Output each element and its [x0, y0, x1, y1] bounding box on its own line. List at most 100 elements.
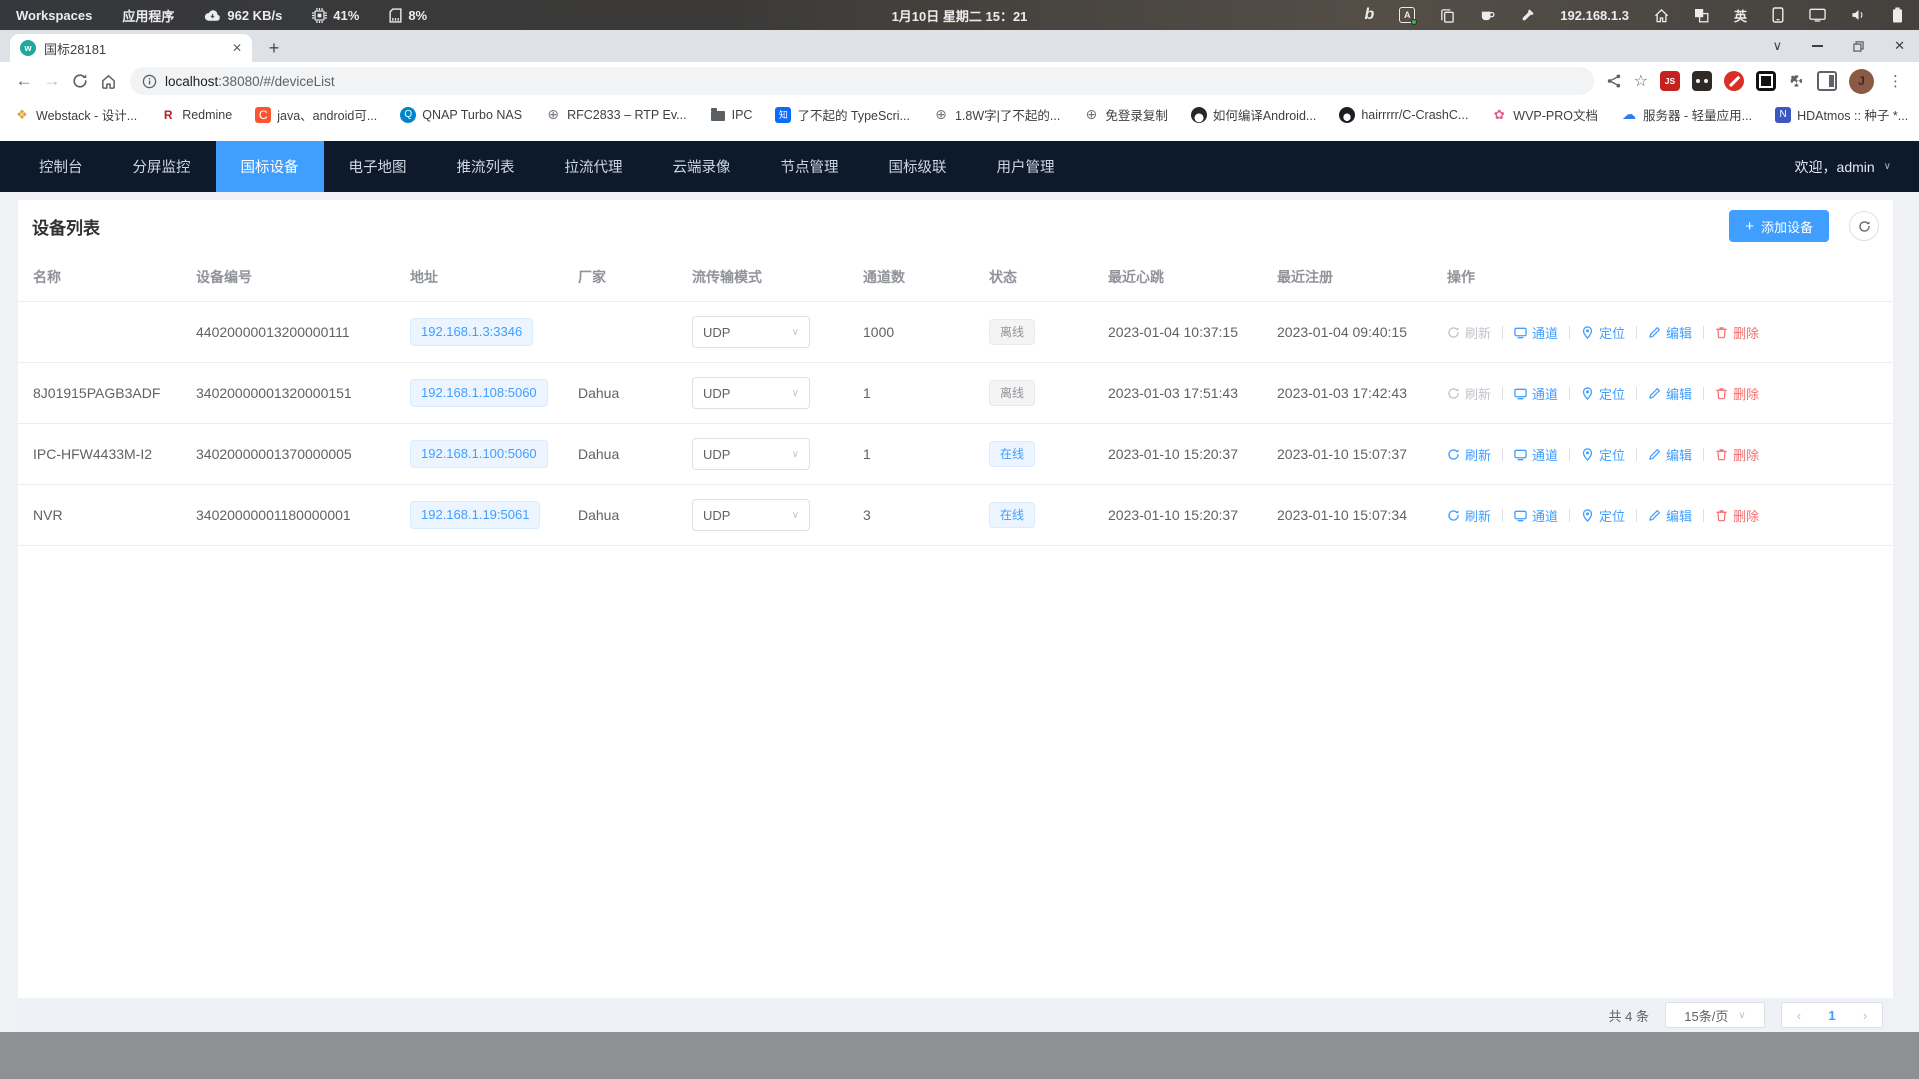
side-panel-icon[interactable]: [1817, 71, 1837, 91]
nav-item-pull-proxy[interactable]: 拉流代理: [540, 141, 648, 192]
op-delete-button[interactable]: 删除: [1715, 506, 1759, 525]
op-refresh-button[interactable]: 刷新: [1447, 445, 1491, 464]
op-edit-button[interactable]: 编辑: [1648, 445, 1692, 464]
nav-item-console[interactable]: 控制台: [14, 141, 108, 192]
extension-adblock-icon[interactable]: [1724, 71, 1744, 91]
address-bar[interactable]: localhost:38080/#/deviceList: [130, 67, 1594, 95]
browser-menu-button[interactable]: ⋮: [1886, 72, 1905, 90]
nav-item-user-manage[interactable]: 用户管理: [972, 141, 1080, 192]
bookmark-copy-free[interactable]: ⊕免登录复制: [1083, 105, 1168, 124]
bookmark-qnap[interactable]: QQNAP Turbo NAS: [400, 107, 522, 123]
bing-icon[interactable]: b: [1365, 6, 1375, 24]
profile-avatar[interactable]: J: [1849, 69, 1874, 94]
op-channel-button[interactable]: 通道: [1514, 384, 1558, 403]
stream-mode-select[interactable]: UDP∨: [692, 499, 810, 531]
battery-icon[interactable]: [1892, 7, 1903, 23]
bookmark-hdatmos[interactable]: NHDAtmos :: 种子 *...: [1775, 105, 1908, 124]
stream-mode-select[interactable]: UDP∨: [692, 438, 810, 470]
bookmark-tencent-cloud[interactable]: ☁服务器 - 轻量应用...: [1621, 105, 1752, 124]
cell-channels: 3: [848, 507, 974, 523]
op-delete-button[interactable]: 删除: [1715, 384, 1759, 403]
applications-button[interactable]: 应用程序: [122, 6, 174, 25]
extension-js-icon[interactable]: JS: [1660, 71, 1680, 91]
site-info-icon[interactable]: [142, 74, 157, 89]
bookmark-rfc2833[interactable]: ⊕RFC2833 – RTP Ev...: [545, 107, 687, 123]
nav-item-split-monitor[interactable]: 分屏监控: [108, 141, 216, 192]
bookmark-webstack[interactable]: ❖Webstack - 设计...: [14, 105, 137, 124]
bookmark-star-icon[interactable]: ☆: [1634, 71, 1648, 91]
extensions-puzzle-icon[interactable]: [1788, 73, 1805, 90]
input-language-indicator[interactable]: 英: [1734, 6, 1747, 25]
bookmark-18w[interactable]: ⊕1.8W字|了不起的...: [933, 105, 1060, 124]
op-locate-button[interactable]: 定位: [1581, 506, 1625, 525]
op-locate-button[interactable]: 定位: [1581, 445, 1625, 464]
bookmark-android-build[interactable]: 如何编译Android...: [1191, 105, 1317, 124]
nav-item-e-map[interactable]: 电子地图: [324, 141, 432, 192]
coffee-icon[interactable]: [1480, 8, 1495, 22]
op-locate-button[interactable]: 定位: [1581, 323, 1625, 342]
op-refresh-button[interactable]: 刷新: [1447, 384, 1491, 403]
phone-link-icon[interactable]: [1772, 7, 1784, 23]
color-picker-icon[interactable]: [1520, 8, 1535, 23]
op-channel-button[interactable]: 通道: [1514, 445, 1558, 464]
window-close-button[interactable]: ✕: [1894, 38, 1905, 54]
op-edit-button[interactable]: 编辑: [1648, 384, 1692, 403]
home-button[interactable]: [94, 67, 122, 95]
page-size-select[interactable]: 15条/页 ∨: [1665, 1002, 1765, 1028]
screenshot-tool-icon[interactable]: A: [1399, 7, 1415, 23]
nav-item-cloud-record[interactable]: 云端录像: [648, 141, 756, 192]
tab-search-chevron-icon[interactable]: ∨: [1773, 38, 1783, 54]
prev-page-button[interactable]: ‹: [1784, 1008, 1814, 1023]
op-channel-button[interactable]: 通道: [1514, 323, 1558, 342]
nav-item-push-list[interactable]: 推流列表: [432, 141, 540, 192]
share-icon[interactable]: [1606, 73, 1622, 89]
bookmark-csdn[interactable]: Cjava、android可...: [255, 105, 377, 124]
bookmark-github-crashc[interactable]: hairrrrr/C-CrashC...: [1339, 107, 1468, 123]
stream-mode-select[interactable]: UDP∨: [692, 316, 810, 348]
copy-icon[interactable]: [1440, 8, 1455, 23]
workspaces-button[interactable]: Workspaces: [16, 8, 92, 23]
stream-mode-select[interactable]: UDP∨: [692, 377, 810, 409]
nav-item-gb-cascade[interactable]: 国标级联: [864, 141, 972, 192]
refresh-list-button[interactable]: [1849, 211, 1879, 241]
op-edit-button[interactable]: 编辑: [1648, 323, 1692, 342]
extension-screenshot-icon[interactable]: [1756, 71, 1776, 91]
cell-device-id: 34020000001320000151: [181, 385, 395, 401]
op-delete-button[interactable]: 删除: [1715, 445, 1759, 464]
op-delete-button[interactable]: 删除: [1715, 323, 1759, 342]
nav-item-gb-device[interactable]: 国标设备: [216, 141, 324, 192]
op-locate-button[interactable]: 定位: [1581, 384, 1625, 403]
op-refresh-button[interactable]: 刷新: [1447, 506, 1491, 525]
bookmark-wvp-docs[interactable]: ✿WVP-PRO文档: [1491, 105, 1598, 124]
tab-close-icon[interactable]: ✕: [232, 41, 242, 55]
user-menu[interactable]: 欢迎，admin ∨: [1795, 157, 1919, 177]
extension-tampermonkey-icon[interactable]: [1692, 71, 1712, 91]
op-refresh-button[interactable]: 刷新: [1447, 323, 1491, 342]
ip-address-indicator[interactable]: 192.168.1.3: [1560, 8, 1629, 23]
bookmark-ipc-folder[interactable]: IPC: [710, 107, 753, 123]
browser-tab[interactable]: w 国标28181 ✕: [10, 34, 252, 62]
new-tab-button[interactable]: +: [260, 34, 288, 62]
minimize-button[interactable]: [1812, 45, 1823, 47]
home-icon[interactable]: [1654, 8, 1669, 23]
workspaces-grid-icon[interactable]: [1694, 8, 1709, 23]
clock[interactable]: 1月10日 星期二 15：21: [892, 6, 1028, 25]
display-icon[interactable]: [1809, 8, 1826, 22]
card-header: 设备列表 + 添加设备: [18, 200, 1893, 252]
add-device-button[interactable]: + 添加设备: [1729, 210, 1829, 242]
bookmark-zhihu-typescript[interactable]: 知了不起的 TypeScri...: [775, 105, 910, 124]
restore-button[interactable]: [1853, 41, 1864, 52]
page-number[interactable]: 1: [1814, 1008, 1850, 1023]
volume-icon[interactable]: [1851, 8, 1867, 22]
next-page-button[interactable]: ›: [1850, 1008, 1880, 1023]
op-channel-button[interactable]: 通道: [1514, 506, 1558, 525]
cell-stream-mode: UDP∨: [677, 316, 848, 348]
total-count: 共 4 条: [1609, 1006, 1649, 1025]
bookmark-redmine[interactable]: RRedmine: [160, 107, 232, 123]
nav-item-node-manage[interactable]: 节点管理: [756, 141, 864, 192]
reload-button[interactable]: [66, 67, 94, 95]
op-edit-button[interactable]: 编辑: [1648, 506, 1692, 525]
forward-button[interactable]: →: [38, 67, 66, 95]
back-button[interactable]: ←: [10, 67, 38, 95]
status-badge: 离线: [989, 319, 1035, 345]
